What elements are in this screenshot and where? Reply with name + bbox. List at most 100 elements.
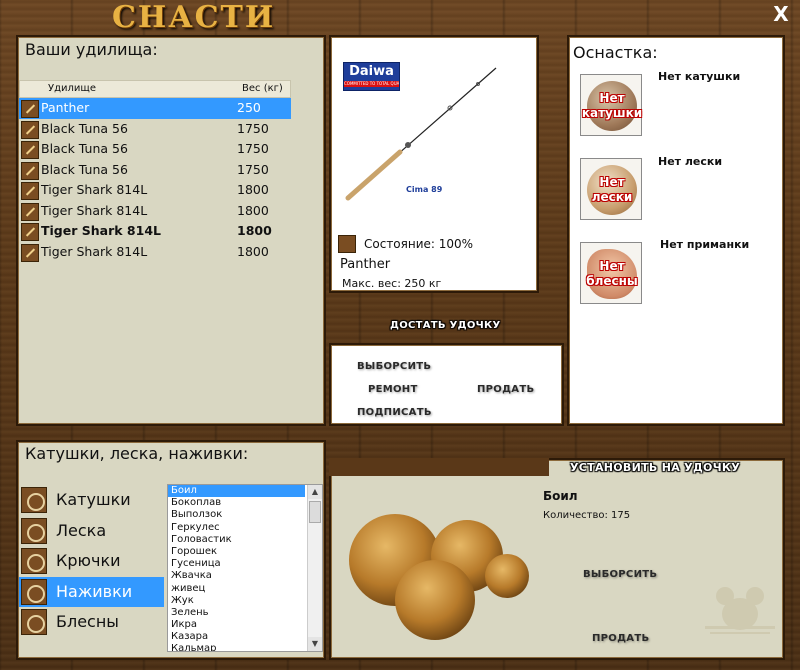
bait-detail-tab <box>329 458 549 476</box>
bait-list-item[interactable]: Зелень <box>168 607 305 619</box>
line-icon <box>21 517 47 544</box>
tackle-header: Оснастка: <box>573 43 658 62</box>
rod-row[interactable]: Tiger Shark 814L 1800 <box>19 221 291 242</box>
rod-icon <box>21 243 39 262</box>
rod-row[interactable]: Black Tuna 56 1750 <box>19 119 291 140</box>
rod-row-name: Black Tuna 56 <box>41 141 128 156</box>
col-rod-weight[interactable]: Вес (кг) <box>242 81 283 97</box>
line-slot[interactable]: Нет лески <box>580 158 642 220</box>
line-slot-label: Нет лески <box>658 155 723 168</box>
rod-icon <box>21 223 39 241</box>
sell-rod-button[interactable]: ПРОДАТЬ <box>477 384 534 395</box>
rod-row-name: Tiger Shark 814L <box>41 202 148 218</box>
bait-list-item[interactable]: Жвачка <box>168 570 305 582</box>
rod-row[interactable]: Black Tuna 56 1750 <box>19 160 291 181</box>
category-label: Блесны <box>56 612 119 631</box>
boilie-image <box>349 514 529 640</box>
bait-list-item[interactable]: Бокоплав <box>168 497 305 509</box>
rod-icon <box>21 100 39 118</box>
rod-reel-seat <box>405 142 411 148</box>
rod-row[interactable]: Panther 250 <box>19 98 291 119</box>
bait-quantity: Количество: 175 <box>543 510 631 521</box>
rod-icon <box>21 161 39 180</box>
bait-list-item[interactable]: Выползок <box>168 509 305 521</box>
bait-list-item[interactable]: Головастик <box>168 534 305 546</box>
bait-name: Боил <box>543 489 578 503</box>
rod-icon <box>21 202 39 221</box>
rod-icon <box>21 120 39 139</box>
rod-row-name: Black Tuna 56 <box>41 120 128 136</box>
bait-list[interactable]: Боил Бокоплав Выползок Геркулес Головастик Го… <box>167 484 323 652</box>
category-item[interactable]: Леска <box>19 516 164 546</box>
bait-list-item[interactable]: Геркулес <box>168 522 305 534</box>
rod-row-weight: 1800 <box>237 223 272 238</box>
rod-row-name: Black Tuna 56 <box>41 161 128 177</box>
boilie-ball <box>485 554 529 598</box>
sell-bait-button[interactable]: ПРОДАТЬ <box>592 633 649 644</box>
close-icon[interactable]: X <box>771 4 791 24</box>
bait-list-item[interactable]: Гусеница <box>168 558 305 570</box>
boilie-ball <box>395 560 475 640</box>
discard-rod-button[interactable]: ВЫБОРСИТЬ <box>357 361 431 372</box>
hook-icon <box>21 548 47 574</box>
bait-icon <box>21 578 47 605</box>
rod-row[interactable]: Tiger Shark 814L 1800 <box>19 242 291 263</box>
rod-max-weight: Макс. вес: 250 кг <box>342 277 442 290</box>
spoon-lure-icon <box>21 609 47 635</box>
scroll-down-icon[interactable]: ▼ <box>308 637 322 651</box>
take-out-rod-button[interactable]: ДОСТАТЬ УДОЧКУ <box>390 320 501 331</box>
lure-slot-label: Нет приманки <box>660 238 750 251</box>
bait-list-item[interactable]: Жук <box>168 595 305 607</box>
rod-row-weight: 1750 <box>237 141 269 156</box>
lure-slot-badge: блесны <box>586 274 638 288</box>
rod-row-name: Panther <box>41 100 90 115</box>
rod-row[interactable]: Tiger Shark 814L 1800 <box>19 201 291 222</box>
bait-list-item[interactable]: Казара <box>168 631 305 643</box>
rods-header: Ваши удилища: <box>25 40 158 59</box>
bait-list-item[interactable]: живец <box>168 583 305 595</box>
lure-slot[interactable]: Нет блесны <box>580 242 642 304</box>
rod-name: Panther <box>340 257 391 272</box>
rod-row[interactable]: Black Tuna 56 1750 <box>19 139 291 160</box>
install-on-rod-button-label[interactable]: УСТАНОВИТЬ НА УДОЧКУ <box>570 461 740 474</box>
rod-row-weight: 1750 <box>237 161 269 177</box>
reel-slot-label: Нет катушки <box>658 70 741 83</box>
rod-row-name: Tiger Shark 814L <box>41 182 148 197</box>
rods-table: Удилище Вес (кг) Panther 250 Black Tuna 56… <box>19 80 291 262</box>
scroll-thumb[interactable] <box>309 501 321 523</box>
sign-rod-button[interactable]: ПОДПИСАТЬ <box>357 407 432 418</box>
category-item[interactable]: Наживки <box>19 576 164 607</box>
rod-icon <box>21 141 39 159</box>
rods-table-body: Panther 250 Black Tuna 56 1750 Black Tuna 56… <box>19 98 291 262</box>
bait-list-items: Боил Бокоплав Выползок Геркулес Головастик Го… <box>168 485 322 651</box>
rod-row-weight: 250 <box>237 100 261 115</box>
bait-list-item[interactable]: Боил <box>168 485 305 498</box>
bait-list-item[interactable]: Горошек <box>168 546 305 558</box>
category-item[interactable]: Крючки <box>19 546 164 576</box>
line-slot-badge: лески <box>591 190 633 204</box>
discard-bait-button[interactable]: ВЫБОРСИТЬ <box>583 569 657 580</box>
lure-slot-badge: Нет <box>599 259 625 273</box>
rod-row-name: Tiger Shark 814L <box>41 223 161 238</box>
rod-row[interactable]: Tiger Shark 814L 1800 <box>19 180 291 201</box>
rod-condition: Состояние: 100% <box>364 237 474 251</box>
rod-row-weight: 1800 <box>237 202 269 218</box>
mouse-watermark-icon <box>705 587 775 634</box>
line-slot-badge: Нет <box>599 175 625 189</box>
bait-list-item[interactable]: Икра <box>168 619 305 631</box>
reel-slot[interactable]: Нет катушки <box>580 74 642 136</box>
category-item[interactable]: Блесны <box>19 607 164 637</box>
reel-slot-badge: Нет <box>599 91 625 105</box>
category-item[interactable]: Катушки <box>19 485 164 515</box>
repair-rod-button[interactable]: РЕМОНТ <box>368 384 418 395</box>
col-rod-name[interactable]: Удилище <box>48 81 96 97</box>
rod-row-name: Tiger Shark 814L <box>41 243 148 259</box>
category-label: Леска <box>56 520 107 540</box>
bait-list-scrollbar[interactable]: ▲ ▼ <box>307 485 322 651</box>
rod-handle <box>345 149 403 201</box>
rod-icon <box>21 182 39 200</box>
window-title: СНАСТИ <box>112 0 276 35</box>
bait-list-item[interactable]: Кальмар <box>168 643 305 651</box>
scroll-up-icon[interactable]: ▲ <box>308 485 322 499</box>
rods-table-header: Удилище Вес (кг) <box>19 80 291 98</box>
